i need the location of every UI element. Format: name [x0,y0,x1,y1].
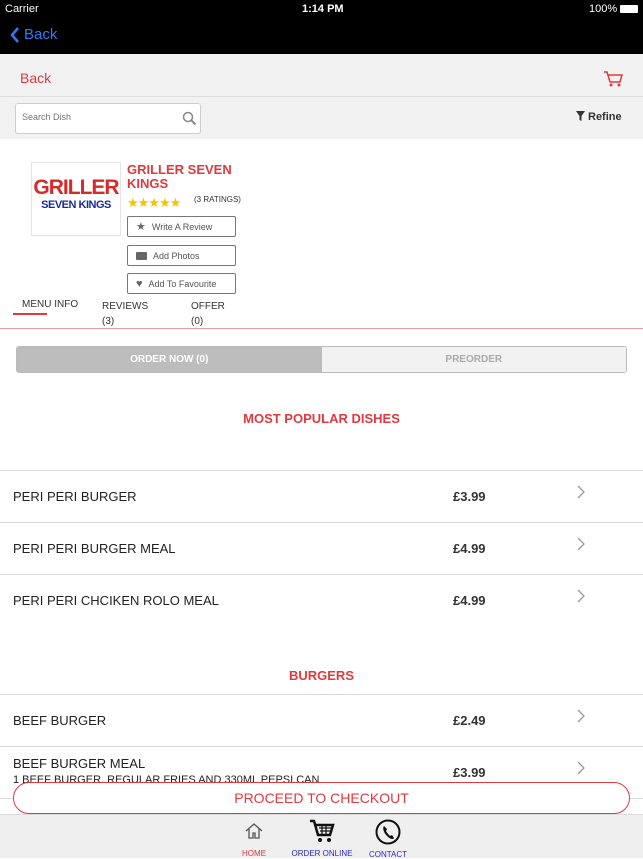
cart-icon[interactable] [603,70,623,88]
tab-reviews[interactable]: REVIEWS (3) [102,299,148,329]
search-input[interactable] [22,112,172,122]
chevron-right-icon [577,761,585,775]
battery-level: 100% [589,3,618,15]
nav-back-label: Back [24,26,58,43]
search-box[interactable] [15,103,201,134]
heart-icon: ♥ [136,277,143,290]
dish-name: PERI PERI BURGER MEAL [13,541,176,556]
chevron-left-icon [10,26,19,43]
restaurant-name: GRILLER SEVEN KINGS [127,162,232,191]
filter-icon [576,111,585,121]
tab-menu-info[interactable]: MENU INFO [22,299,78,310]
add-favourite-button[interactable]: ♥ Add To Favourite [127,273,236,294]
back-link[interactable]: Back [20,70,51,86]
section-title: BURGERS [288,668,354,683]
write-review-label: Write A Review [151,221,213,232]
dish-name: BEEF BURGER [13,713,107,728]
dish-name: BEEF BURGER MEAL [13,756,146,771]
status-bar: Carrier 1:14 PM 100% [0,0,643,18]
tab-order-online[interactable]: ORDER ONLINE [284,819,360,858]
dish-row[interactable]: BEEF BURGER £2.49 [0,694,643,746]
chevron-right-icon [577,537,585,551]
restaurant-logo: GRILLER SEVEN KINGS [31,162,121,236]
tab-bar: HOME ORDER ONLINE CONTACT [0,814,643,859]
rating-stars: ★★★★★ [127,195,181,210]
chevron-right-icon [577,709,585,723]
add-favourite-label: Add To Favourite [148,278,217,289]
dish-price: £3.99 [453,765,486,780]
time: 1:14 PM [302,3,344,15]
search-row: Refine [0,97,643,139]
dish-row[interactable]: PERI PERI BURGER MEAL £4.99 [0,522,643,574]
refine-label: Refine [588,111,622,123]
active-tab-indicator [13,313,47,315]
carrier: Carrier [5,3,39,15]
search-icon[interactable] [182,111,197,126]
dish-price: £2.49 [453,713,486,728]
nav-bar: Back [0,18,643,54]
phone-icon [375,819,401,845]
add-photos-button[interactable]: Add Photos [127,245,236,266]
home-icon [245,823,263,839]
write-review-button[interactable]: ★ Write A Review [127,216,236,237]
add-photos-label: Add Photos [153,250,200,261]
tab-home[interactable]: HOME [234,821,274,858]
ratings-count: (3 RATINGS) [194,195,241,204]
divider [0,328,643,329]
camera-icon [136,251,147,260]
battery-icon [620,5,638,13]
dish-row[interactable]: PERI PERI BURGER £3.99 [0,470,643,522]
dish-name: PERI PERI BURGER [13,489,137,504]
dish-price: £4.99 [453,541,486,556]
proceed-to-checkout-button[interactable]: PROCEED TO CHECKOUT [13,782,630,814]
dish-price: £4.99 [453,593,486,608]
tab-offer[interactable]: OFFER (0) [191,299,225,329]
chevron-right-icon [577,485,585,499]
header: Back [0,54,643,97]
section-title: MOST POPULAR DISHES [243,411,400,426]
dish-row[interactable]: PERI PERI CHCIKEN ROLO MEAL £4.99 [0,574,643,626]
cart-icon [310,819,335,842]
nav-back-button[interactable]: Back [10,26,57,43]
chevron-right-icon [577,589,585,603]
order-now-button[interactable]: ORDER NOW (0) [17,347,322,372]
refine-button[interactable]: Refine [576,111,622,123]
order-mode-toggle: ORDER NOW (0) PREORDER [16,346,627,373]
preorder-button[interactable]: PREORDER [321,347,626,372]
dish-name: PERI PERI CHCIKEN ROLO MEAL [13,593,219,608]
star-icon: ★ [136,221,146,233]
tab-contact[interactable]: CONTACT [363,819,413,859]
dish-price: £3.99 [453,489,486,504]
